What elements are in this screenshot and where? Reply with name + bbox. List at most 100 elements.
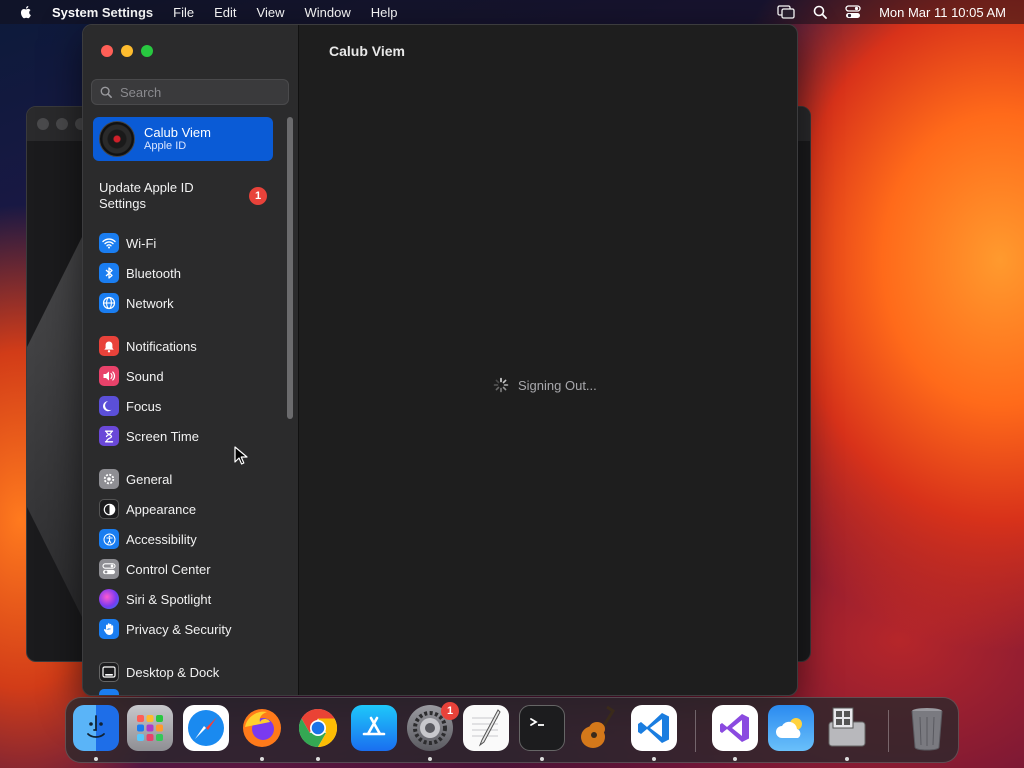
dock-textedit[interactable] — [463, 705, 509, 751]
control-center-icon — [99, 559, 119, 579]
system-settings-window: Calub Viem Apple ID Update Apple ID Sett… — [82, 24, 798, 696]
sidebar-item-wifi[interactable]: Wi-Fi — [99, 231, 156, 255]
sidebar-item-general[interactable]: General — [99, 467, 172, 491]
dock-finder[interactable] — [73, 705, 119, 751]
menu-view[interactable]: View — [257, 5, 285, 20]
sidebar-item-sound[interactable]: Sound — [99, 364, 164, 388]
accessibility-icon — [99, 529, 119, 549]
sidebar-item-accessibility[interactable]: Accessibility — [99, 527, 197, 551]
control-center-icon[interactable] — [845, 5, 861, 19]
search-field[interactable] — [91, 79, 289, 105]
sidebar-item-label: Notifications — [126, 338, 197, 354]
sidebar-item-label: Control Center — [126, 561, 211, 577]
appearance-icon — [99, 499, 119, 519]
vscode-icon — [638, 713, 669, 743]
terminal-icon — [530, 718, 544, 726]
dock-garageband[interactable] — [575, 705, 621, 751]
page-title: Calub Viem — [329, 43, 405, 59]
privacy-hand-icon — [99, 619, 119, 639]
sidebar-item-label: Wi-Fi — [126, 235, 157, 251]
running-indicator — [316, 757, 320, 761]
sidebar-item-focus[interactable]: Focus — [99, 394, 161, 418]
bg-minimize-dot[interactable] — [56, 118, 68, 130]
notifications-bell-icon — [99, 336, 119, 356]
running-indicator — [540, 757, 544, 761]
dock-bootcamp[interactable] — [824, 705, 870, 751]
dock-trash[interactable] — [904, 705, 950, 751]
network-globe-icon — [99, 293, 119, 313]
search-icon — [100, 86, 112, 98]
sidebar-item-label: Privacy & Security — [126, 621, 232, 637]
sidebar-item-bluetooth[interactable]: Bluetooth — [99, 261, 181, 285]
sound-speaker-icon — [99, 366, 119, 386]
sidebar-item-siri-spotlight[interactable]: Siri & Spotlight — [99, 587, 211, 611]
dock-firefox[interactable] — [239, 705, 285, 751]
menu-clock[interactable]: Mon Mar 11 10:05 AM — [879, 5, 1006, 20]
apple-menu-icon[interactable] — [18, 4, 34, 20]
dock-safari[interactable] — [183, 705, 229, 751]
close-button[interactable] — [101, 45, 113, 57]
sidebar-item-desktop-dock[interactable]: Desktop & Dock — [99, 660, 219, 684]
search-icon[interactable] — [813, 5, 827, 19]
bg-close-dot[interactable] — [37, 118, 49, 130]
dock-separator — [888, 710, 889, 752]
sidebar-item-network[interactable]: Network — [99, 291, 174, 315]
menu-edit[interactable]: Edit — [214, 5, 236, 20]
sidebar-item-partial[interactable] — [99, 689, 126, 695]
sidebar-item-notifications[interactable]: Notifications — [99, 334, 197, 358]
sidebar-item-apple-id[interactable]: Calub Viem Apple ID — [93, 117, 273, 161]
spinner-icon — [493, 377, 509, 393]
menu-window[interactable]: Window — [304, 5, 350, 20]
menu-help[interactable]: Help — [371, 5, 398, 20]
menu-file[interactable]: File — [173, 5, 194, 20]
weather-icon — [776, 718, 802, 738]
dock-weather[interactable] — [768, 705, 814, 751]
running-indicator — [845, 757, 849, 761]
sidebar-item-label: General — [126, 471, 173, 487]
dock-visual-studio[interactable] — [712, 705, 758, 751]
sidebar: Calub Viem Apple ID Update Apple ID Sett… — [83, 25, 299, 695]
launchpad-icon — [137, 715, 163, 741]
sidebar-item-label: Screen Time — [126, 428, 199, 444]
app-store-icon — [362, 716, 386, 736]
dock-settings-badge: 1 — [441, 702, 459, 720]
sidebar-item-privacy-security[interactable]: Privacy & Security — [99, 617, 231, 641]
bluetooth-icon — [99, 263, 119, 283]
wifi-icon — [99, 233, 119, 253]
trash-icon — [911, 708, 943, 751]
sidebar-item-appearance[interactable]: Appearance — [99, 497, 196, 521]
dock-app-store[interactable] — [351, 705, 397, 751]
avatar — [99, 121, 135, 157]
focus-moon-icon — [99, 396, 119, 416]
background-window-graphic — [27, 227, 87, 627]
minimize-button[interactable] — [121, 45, 133, 57]
sidebar-scrollbar[interactable] — [287, 117, 293, 419]
sidebar-item-label: Siri & Spotlight — [126, 591, 212, 607]
sidebar-item-control-center[interactable]: Control Center — [99, 557, 211, 581]
safari-icon — [188, 710, 224, 746]
bootcamp-icon — [828, 707, 866, 747]
running-indicator — [733, 757, 737, 761]
dock-vscode[interactable] — [631, 705, 677, 751]
screen-mirroring-icon[interactable] — [777, 5, 795, 19]
sidebar-item-label: Accessibility — [126, 531, 197, 547]
dock-chrome[interactable] — [295, 705, 341, 751]
desktop-dock-icon — [99, 662, 119, 682]
dock-separator — [695, 710, 696, 752]
dock-terminal[interactable] — [519, 705, 565, 751]
chrome-icon — [298, 708, 338, 748]
sidebar-item-screen-time[interactable]: Screen Time — [99, 424, 199, 448]
running-indicator — [652, 757, 656, 761]
sidebar-item-label: Appearance — [126, 501, 197, 517]
garageband-icon — [581, 705, 616, 748]
zoom-button[interactable] — [141, 45, 153, 57]
screen-time-hourglass-icon — [99, 426, 119, 446]
status-text: Signing Out... — [518, 377, 597, 393]
menu-app-name[interactable]: System Settings — [52, 5, 153, 20]
search-input[interactable] — [120, 84, 280, 100]
running-indicator — [428, 757, 432, 761]
sidebar-item-label: Sound — [126, 368, 164, 384]
update-apple-id-settings[interactable]: Update Apple ID Settings — [99, 180, 219, 212]
dock-launchpad[interactable] — [127, 705, 173, 751]
display-icon — [99, 689, 119, 695]
